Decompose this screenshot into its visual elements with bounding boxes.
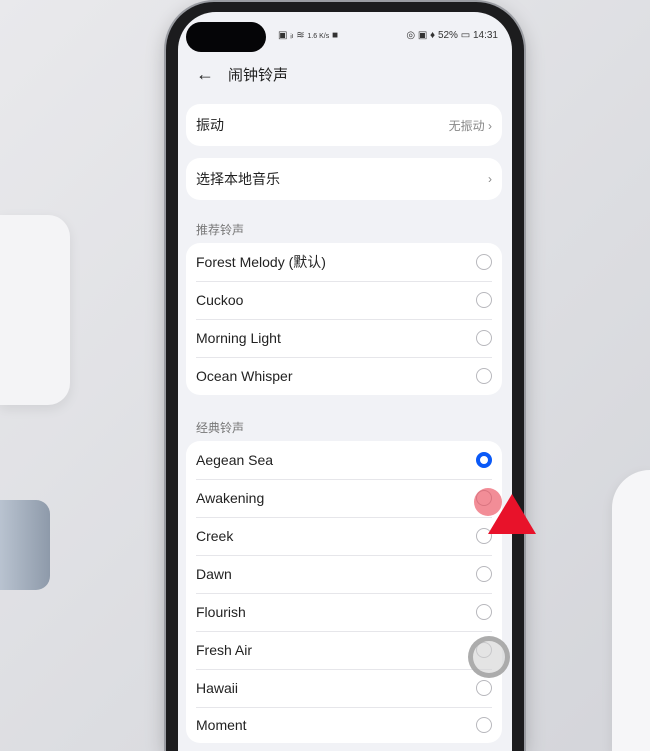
desk-object [0, 215, 70, 405]
item-label: Creek [196, 528, 234, 544]
radio-button[interactable] [476, 566, 492, 582]
section-classic: 经典铃声 [196, 421, 245, 435]
list-item[interactable]: Fresh Air [186, 631, 502, 669]
list-item[interactable]: Forest Melody (默认) [186, 243, 502, 281]
section-recommended: 推荐铃声 [196, 223, 245, 237]
radio-button[interactable] [476, 680, 492, 696]
item-label: Forest Melody (默认) [196, 254, 326, 270]
status-right: ◎ ▣ ♦ 52% ▭ 14:31 [406, 30, 498, 41]
radio-button[interactable] [476, 254, 492, 270]
list-item[interactable]: Moment [186, 707, 502, 743]
list-item[interactable]: Creek [186, 517, 502, 555]
vibration-setting[interactable]: 振动 无振动 › [186, 104, 502, 146]
network-speed: 1.6 K/s [307, 33, 330, 40]
list-item[interactable]: Aegean Sea [186, 441, 502, 479]
item-label: Ocean Whisper [196, 368, 293, 384]
item-label: Flourish [196, 604, 246, 620]
item-label: Moment [196, 717, 247, 733]
list-item[interactable]: Dawn [186, 555, 502, 593]
item-label: Cuckoo [196, 292, 244, 308]
list-item[interactable]: Morning Light [186, 319, 502, 357]
item-label: Aegean Sea [196, 452, 274, 468]
item-label: Morning Light [196, 330, 281, 346]
camera-cutout [186, 22, 266, 52]
radio-button[interactable] [476, 604, 492, 620]
list-item[interactable]: Flourish [186, 593, 502, 631]
page-title: 闹钟铃声 [228, 67, 289, 84]
back-button[interactable]: ← [196, 64, 214, 85]
radio-button[interactable] [476, 368, 492, 384]
item-label: Fresh Air [196, 642, 253, 658]
item-label: Awakening [196, 490, 265, 506]
battery-level: 52% [437, 30, 458, 41]
desk-object [612, 470, 650, 751]
pointer-arrow-icon [488, 494, 536, 534]
phone-screen: ▣ ᵢₗ ≋ 1.6 K/s ■ ◎ ▣ ♦ 52% ▭ 14:31 ← 闹钟铃… [178, 12, 512, 751]
radio-button[interactable] [476, 717, 492, 733]
chevron-right-icon: › [488, 172, 492, 186]
item-label: Dawn [196, 566, 232, 582]
classic-list: Aegean Sea Awakening Creek Dawn Flourish… [186, 441, 502, 743]
list-item[interactable]: Awakening [186, 479, 502, 517]
recommended-list: Forest Melody (默认) Cuckoo Morning Light … [186, 243, 502, 395]
touch-indicator [468, 636, 510, 678]
status-left: ▣ ᵢₗ ≋ 1.6 K/s ■ [278, 30, 339, 41]
radio-button[interactable] [476, 292, 492, 308]
list-item[interactable]: Cuckoo [186, 281, 502, 319]
radio-button-selected[interactable] [476, 452, 492, 468]
pen [0, 500, 50, 590]
chevron-right-icon: › [488, 118, 492, 133]
vibration-label: 振动 [196, 117, 224, 133]
vibration-value: 无振动 [448, 118, 485, 133]
radio-button[interactable] [476, 330, 492, 346]
item-label: Hawaii [196, 680, 239, 696]
list-item[interactable]: Hawaii [186, 669, 502, 707]
local-music-label: 选择本地音乐 [196, 171, 280, 187]
local-music-setting[interactable]: 选择本地音乐 › [186, 158, 502, 200]
list-item[interactable]: Ocean Whisper [186, 357, 502, 395]
clock: 14:31 [472, 30, 498, 41]
